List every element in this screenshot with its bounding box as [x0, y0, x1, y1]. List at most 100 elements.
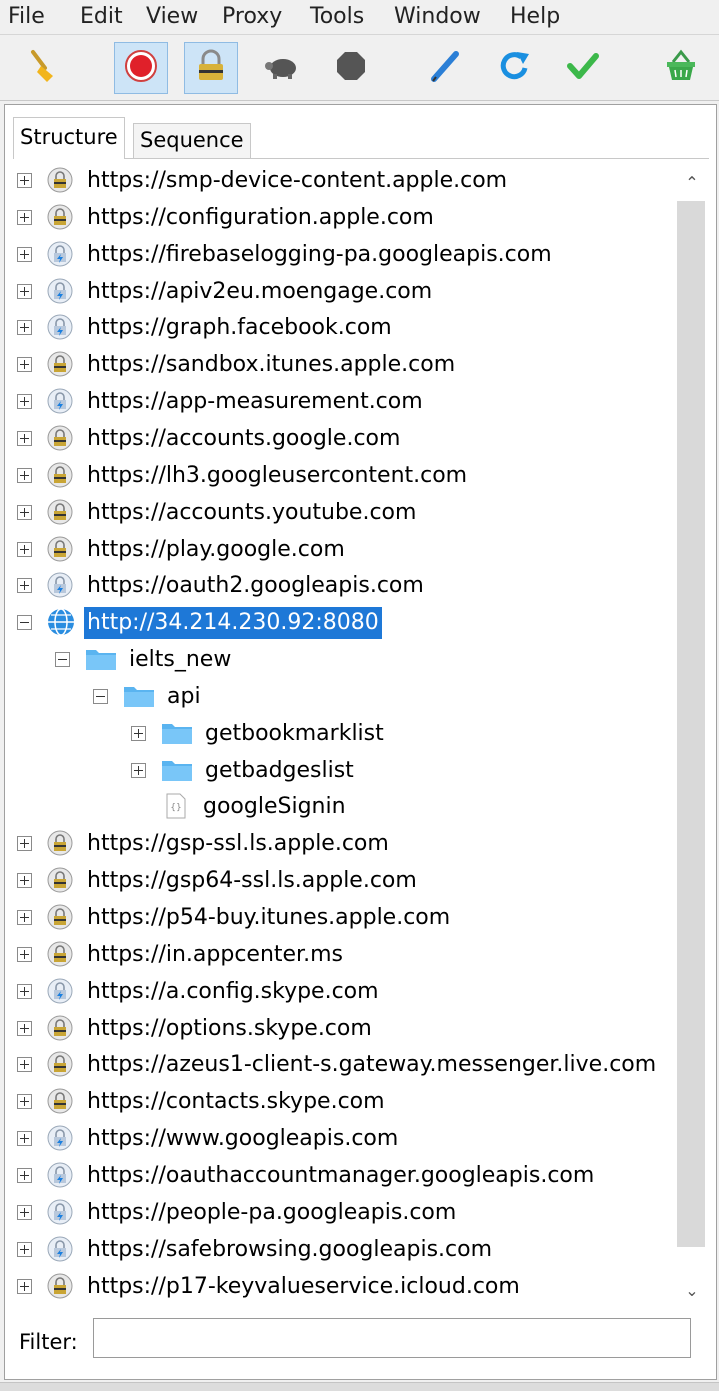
- collapse-toggle-icon[interactable]: [93, 688, 108, 704]
- compose-pen-button[interactable]: [418, 42, 472, 94]
- expand-toggle-icon[interactable]: [131, 725, 146, 741]
- tree-host-row[interactable]: https://safebrowsing.googleapis.com: [5, 1232, 697, 1269]
- expand-toggle-icon[interactable]: [17, 504, 32, 520]
- expand-toggle-icon[interactable]: [17, 1094, 32, 1110]
- broom-button[interactable]: [16, 42, 70, 94]
- tree-row-label: https://options.skype.com: [87, 1015, 372, 1041]
- tree-host-row[interactable]: https://people-pa.googleapis.com: [5, 1195, 697, 1232]
- expand-toggle-icon[interactable]: [17, 873, 32, 889]
- tree-row-label: https://sandbox.itunes.apple.com: [87, 352, 456, 378]
- expand-toggle-icon[interactable]: [17, 983, 32, 999]
- filter-input[interactable]: [93, 1318, 691, 1358]
- tree-host-row[interactable]: https://graph.facebook.com: [5, 310, 697, 347]
- tree-host-row[interactable]: https://configuration.apple.com: [5, 200, 697, 237]
- collapse-toggle-icon[interactable]: [55, 652, 70, 668]
- tree-host-row[interactable]: https://azeus1-client-s.gateway.messenge…: [5, 1047, 697, 1084]
- expand-toggle-icon[interactable]: [17, 1057, 32, 1073]
- tab-sequence[interactable]: Sequence: [133, 123, 251, 159]
- tree-path-row[interactable]: ielts_new: [5, 642, 697, 679]
- breakpoint-stop-button[interactable]: [324, 42, 378, 94]
- tree-path-row[interactable]: getbookmarklist: [5, 716, 697, 753]
- basket-button[interactable]: [654, 42, 708, 94]
- tree-scrollbar[interactable]: ⌃ ⌄: [675, 163, 709, 1307]
- expand-toggle-icon[interactable]: [17, 394, 32, 410]
- expand-toggle-icon[interactable]: [17, 430, 32, 446]
- menu-view[interactable]: View: [146, 2, 198, 32]
- expand-toggle-icon[interactable]: [17, 1020, 32, 1036]
- expand-toggle-icon[interactable]: [17, 1204, 32, 1220]
- tree-host-row[interactable]: https://p17-keyvalueservice.icloud.com: [5, 1269, 697, 1306]
- ssl-lock-icon: [47, 536, 73, 562]
- tree-row-label: googleSignin: [203, 794, 346, 820]
- expand-toggle-icon[interactable]: [17, 836, 32, 852]
- validate-check-button[interactable]: [556, 42, 610, 94]
- menu-help[interactable]: Help: [510, 2, 560, 32]
- expand-toggle-icon[interactable]: [17, 246, 32, 262]
- expand-toggle-icon[interactable]: [17, 1131, 32, 1147]
- tree-row-label: https://accounts.google.com: [87, 425, 401, 451]
- tree-host-row[interactable]: https://firebaselogging-pa.googleapis.co…: [5, 237, 697, 274]
- tree-host-row[interactable]: http://34.214.230.92:8080: [5, 605, 697, 642]
- tree-host-row[interactable]: https://sandbox.itunes.apple.com: [5, 347, 697, 384]
- tree-row-label: https://play.google.com: [87, 536, 345, 562]
- ssl-lock-bolt-icon: [47, 241, 73, 267]
- tree-host-row[interactable]: https://a.config.skype.com: [5, 974, 697, 1011]
- repeat-refresh-button[interactable]: [488, 42, 542, 94]
- menu-file[interactable]: File: [8, 2, 45, 32]
- tree-row-label: https://gsp-ssl.ls.apple.com: [87, 831, 389, 857]
- tree-host-row[interactable]: https://accounts.google.com: [5, 421, 697, 458]
- expand-toggle-icon[interactable]: [17, 1278, 32, 1294]
- scroll-down-arrow-icon[interactable]: ⌄: [682, 1281, 702, 1301]
- ssl-lock-icon: [47, 1273, 73, 1299]
- tree-host-row[interactable]: https://options.skype.com: [5, 1011, 697, 1048]
- throttle-turtle-button[interactable]: [254, 42, 308, 94]
- folder-icon: [85, 646, 116, 672]
- tree-host-row[interactable]: https://play.google.com: [5, 532, 697, 569]
- repeat-refresh-icon: [495, 46, 535, 90]
- ssl-proxy-lock-button[interactable]: [184, 42, 238, 94]
- expand-toggle-icon[interactable]: [17, 320, 32, 336]
- tree-host-row[interactable]: https://lh3.googleusercontent.com: [5, 458, 697, 495]
- expand-toggle-icon[interactable]: [17, 209, 32, 225]
- expand-toggle-icon[interactable]: [17, 283, 32, 299]
- tree-host-row[interactable]: https://oauthaccountmanager.googleapis.c…: [5, 1158, 697, 1195]
- tab-structure[interactable]: Structure: [13, 117, 125, 159]
- expand-toggle-icon[interactable]: [17, 1167, 32, 1183]
- scrollbar-thumb[interactable]: [677, 201, 705, 1247]
- tree-host-row[interactable]: https://oauth2.googleapis.com: [5, 568, 697, 605]
- tree-host-row[interactable]: https://www.googleapis.com: [5, 1121, 697, 1158]
- expand-toggle-icon[interactable]: [17, 910, 32, 925]
- expand-toggle-icon[interactable]: [17, 1241, 32, 1257]
- ssl-lock-icon: [47, 830, 73, 856]
- tree-host-row[interactable]: https://apiv2eu.moengage.com: [5, 274, 697, 311]
- expand-toggle-icon[interactable]: [17, 578, 32, 594]
- tree-host-row[interactable]: https://p54-buy.itunes.apple.com: [5, 900, 697, 937]
- menu-tools[interactable]: Tools: [310, 2, 364, 32]
- tree-path-row[interactable]: api: [5, 679, 697, 716]
- tree-host-row[interactable]: https://contacts.skype.com: [5, 1084, 697, 1121]
- tree-host-row[interactable]: https://accounts.youtube.com: [5, 495, 697, 532]
- tree-row-label: https://app-measurement.com: [87, 389, 423, 415]
- tree-host-row[interactable]: https://gsp64-ssl.ls.apple.com: [5, 863, 697, 900]
- tree-host-row[interactable]: https://in.appcenter.ms: [5, 937, 697, 974]
- menu-window[interactable]: Window: [394, 2, 481, 32]
- expand-toggle-icon[interactable]: [17, 467, 32, 483]
- tree-host-row[interactable]: https://app-measurement.com: [5, 384, 697, 421]
- record-button[interactable]: [114, 42, 168, 94]
- tree-host-row[interactable]: https://smp-device-content.apple.com: [5, 163, 697, 200]
- expand-toggle-icon[interactable]: [131, 762, 146, 778]
- expand-toggle-icon[interactable]: [17, 357, 32, 373]
- broom-icon: [23, 46, 63, 90]
- expand-toggle-icon[interactable]: [17, 946, 32, 962]
- menu-edit[interactable]: Edit: [80, 2, 123, 32]
- scroll-up-arrow-icon[interactable]: ⌃: [682, 173, 702, 193]
- tree-row-label: https://apiv2eu.moengage.com: [87, 278, 433, 304]
- expand-toggle-icon[interactable]: [17, 541, 32, 557]
- tree-path-row[interactable]: getbadgeslist: [5, 753, 697, 790]
- expand-toggle-icon[interactable]: [17, 173, 32, 188]
- tree-path-row[interactable]: {} googleSignin: [5, 789, 697, 826]
- menu-proxy[interactable]: Proxy: [222, 2, 282, 32]
- tree-host-row[interactable]: https://gsp-ssl.ls.apple.com: [5, 826, 697, 863]
- json-file-icon: {}: [165, 793, 191, 819]
- collapse-toggle-icon[interactable]: [17, 615, 32, 631]
